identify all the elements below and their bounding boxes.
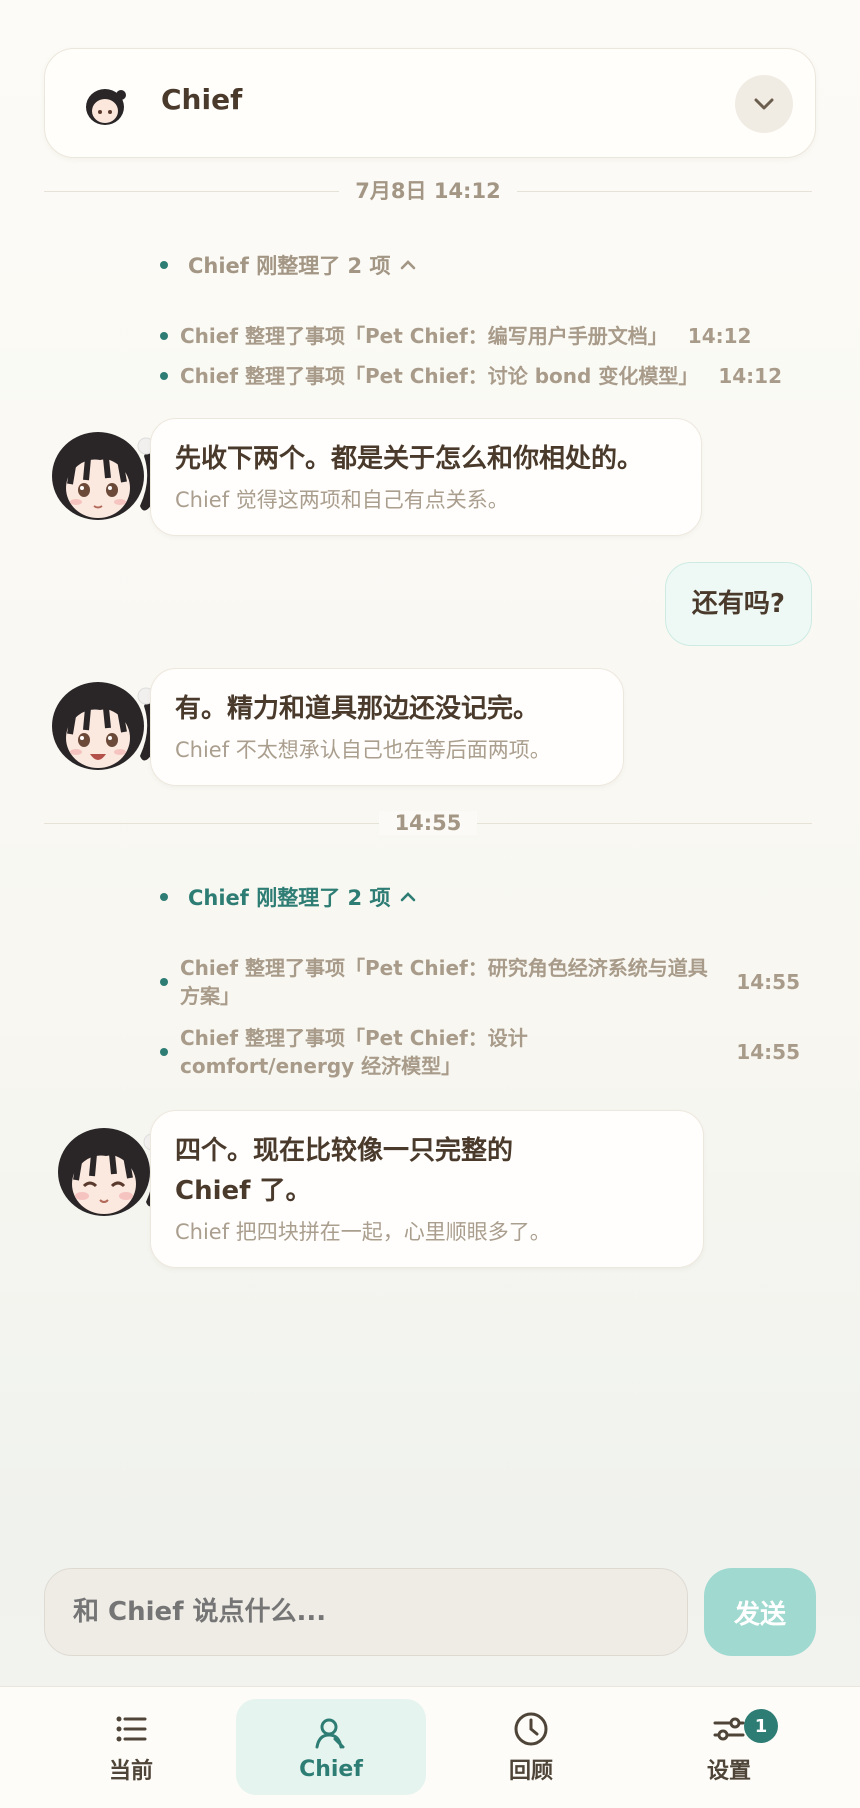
chevron-up-icon <box>401 892 416 902</box>
message-input[interactable] <box>44 1568 688 1656</box>
tab-label: 当前 <box>108 1759 153 1784</box>
time-divider: 14:55 <box>44 808 812 838</box>
message-text: 有。精力和道具那边还没记完。 <box>175 694 540 724</box>
event-time: 14:12 <box>687 324 752 348</box>
message-subtext: Chief 觉得这两项和自己有点关系。 <box>175 488 509 512</box>
chief-avatar <box>52 432 158 520</box>
sliders-icon <box>713 1717 745 1741</box>
tab-label: Chief <box>299 1756 363 1782</box>
list-item: Chief 整理了事项「Pet Chief：讨论 bond 变化模型」 14:1… <box>160 362 782 390</box>
tab-review[interactable]: 回顾 <box>436 1699 626 1795</box>
tab-current[interactable]: 当前 <box>36 1699 226 1795</box>
tab-settings[interactable]: 设置 1 <box>634 1699 824 1795</box>
message-text: 先收下两个。都是关于怎么和你相处的。 <box>175 444 644 474</box>
chief-message: 先收下两个。都是关于怎么和你相处的。 Chief 觉得这两项和自己有点关系。 <box>150 418 702 536</box>
event-time: 14:55 <box>736 970 800 994</box>
message-subtext: Chief 不太想承认自己也在等后面两项。 <box>175 738 551 762</box>
user-message: 还有吗? <box>664 562 812 646</box>
group-summary-toggle[interactable]: Chief 刚整理了 2 项 <box>160 882 418 912</box>
group-summary-toggle[interactable]: Chief 刚整理了 2 项 <box>160 250 418 280</box>
event-time: 14:12 <box>718 364 782 388</box>
chief-avatar <box>52 682 158 770</box>
composer: 发送 <box>44 1568 816 1656</box>
time-divider-label: 14:55 <box>378 811 478 835</box>
chat-header: Chief <box>44 48 816 158</box>
notification-badge: 1 <box>744 1709 778 1743</box>
date-divider-label: 7月8日 14:12 <box>339 179 517 203</box>
person-icon <box>315 1718 345 1748</box>
chevron-up-icon <box>401 260 416 270</box>
chief-message: 四个。现在比较像一只完整的 Chief 了。 Chief 把四块拼在一起，心里顺… <box>150 1110 704 1268</box>
chat-title: Chief <box>161 83 243 116</box>
chief-message: 有。精力和道具那边还没记完。 Chief 不太想承认自己也在等后面两项。 <box>150 668 624 786</box>
list-icon <box>116 1716 147 1742</box>
list-item: Chief 整理了事项「Pet Chief：设计 comfort/energy … <box>160 1024 800 1080</box>
chief-avatar <box>58 1128 164 1216</box>
event-time: 14:55 <box>736 1040 800 1064</box>
group-summary-label: Chief 刚整理了 2 项 <box>188 254 391 278</box>
date-divider: 7月8日 14:12 <box>44 176 812 206</box>
collapse-toggle-button[interactable] <box>735 75 793 133</box>
group-summary-label: Chief 刚整理了 2 项 <box>188 886 391 910</box>
chief-avatar-small <box>86 89 126 125</box>
list-item: Chief 整理了事项「Pet Chief：编写用户手册文档」 14:12 <box>160 322 751 350</box>
message-subtext: Chief 把四块拼在一起，心里顺眼多了。 <box>175 1220 551 1244</box>
list-item: Chief 整理了事项「Pet Chief：研究角色经济系统与道具方案」 14:… <box>160 954 800 1010</box>
tab-label: 设置 <box>706 1759 751 1784</box>
tab-label: 回顾 <box>508 1759 553 1784</box>
send-button[interactable]: 发送 <box>704 1568 816 1656</box>
tab-chief[interactable]: Chief <box>236 1699 426 1795</box>
clock-icon <box>514 1712 548 1746</box>
chevron-down-icon <box>754 98 774 110</box>
message-text: 四个。现在比较像一只完整的 Chief 了。 <box>175 1136 514 1206</box>
bottom-tab-bar: 当前 Chief 回顾 设置 1 <box>0 1686 860 1808</box>
